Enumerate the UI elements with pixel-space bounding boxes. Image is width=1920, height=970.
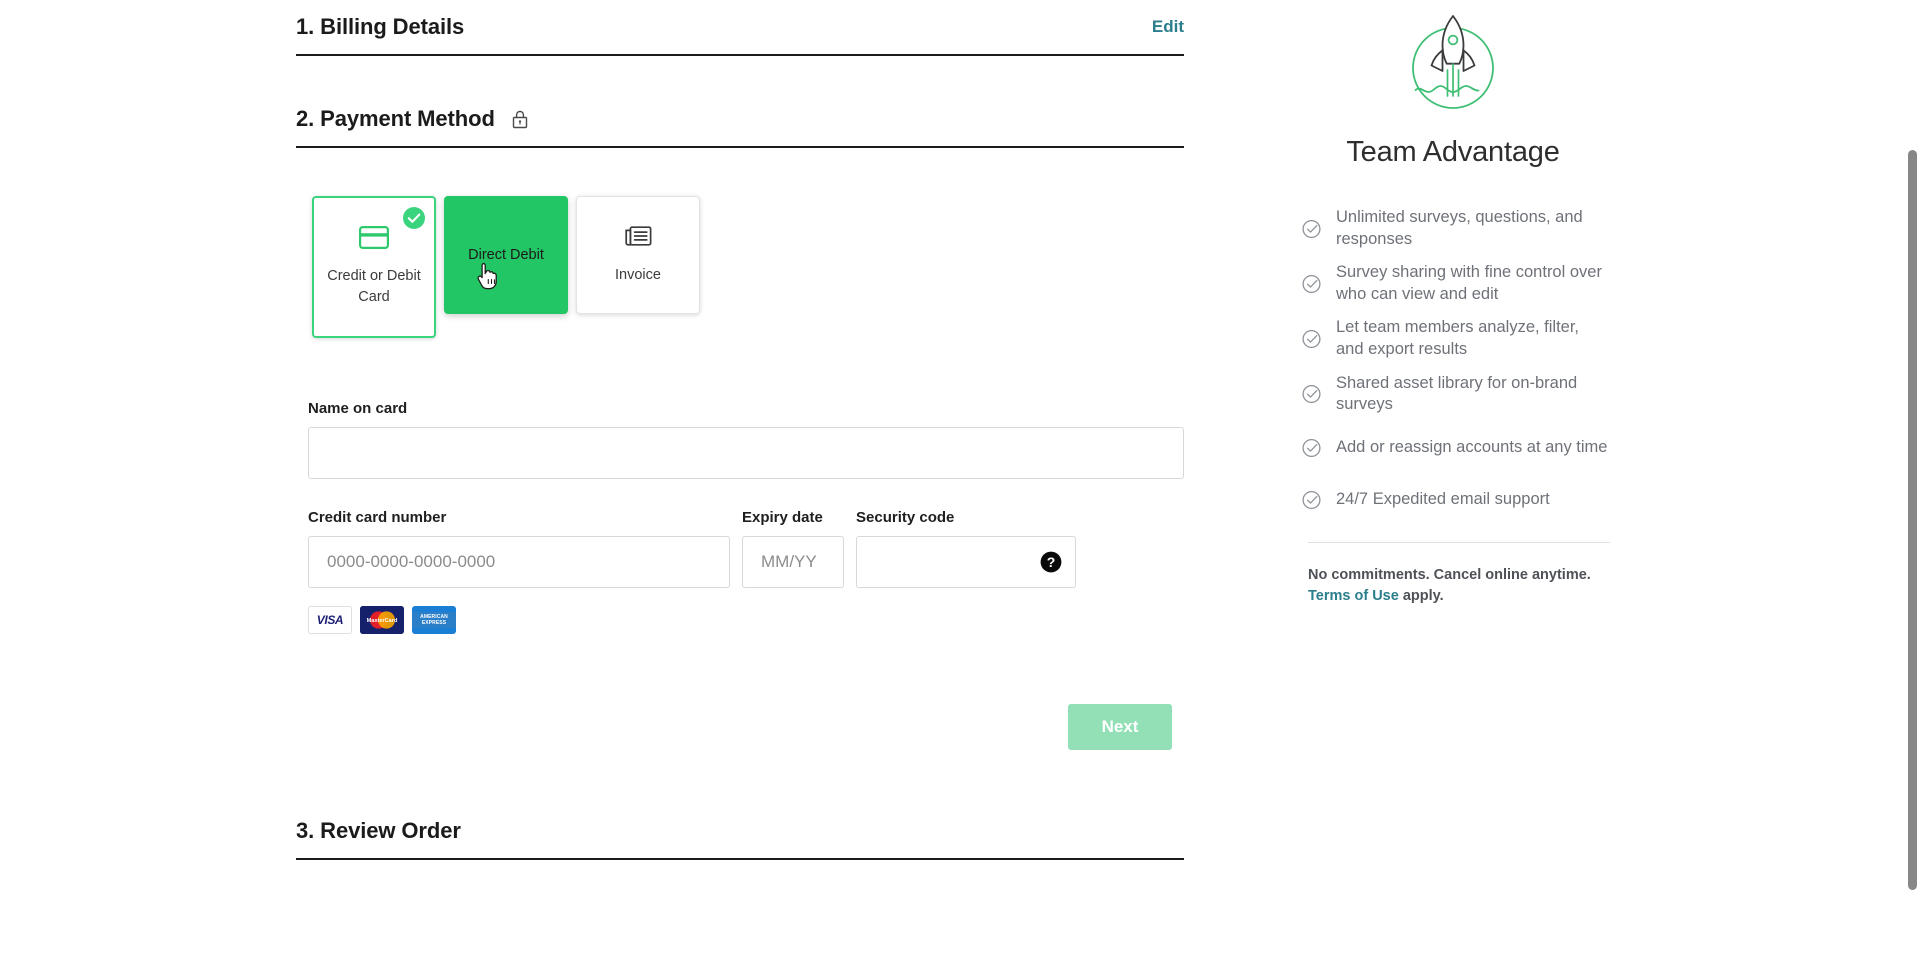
payment-method-options: Credit or Debit Card Direct Debit Invoic… <box>296 196 1184 338</box>
visa-icon: VISA <box>308 606 352 634</box>
check-circle-icon <box>1302 274 1321 293</box>
feature-text: Survey sharing with fine control over wh… <box>1336 263 1602 303</box>
list-item: Let team members analyze, filter, and ex… <box>1302 317 1610 360</box>
visa-label: VISA <box>316 613 344 627</box>
review-divider <box>296 858 1184 860</box>
feature-text: Unlimited surveys, questions, and respon… <box>1336 208 1583 248</box>
card-number-input[interactable] <box>308 536 730 588</box>
check-circle-icon <box>1302 385 1321 404</box>
check-circle-icon <box>1302 219 1321 238</box>
feature-text: Add or reassign accounts at any time <box>1336 438 1608 457</box>
svg-text:?: ? <box>1047 554 1056 570</box>
list-item: Survey sharing with fine control over wh… <box>1302 262 1610 305</box>
payment-option-invoice[interactable]: Invoice <box>576 196 700 314</box>
card-number-row: Credit card number Expiry date Security … <box>308 509 1184 588</box>
page-title-payment: 2. Payment Method <box>296 106 495 131</box>
check-circle-icon <box>402 206 426 230</box>
billing-details-header: 1. Billing Details Edit <box>296 0 1184 54</box>
plan-feature-list: Unlimited surveys, questions, and respon… <box>1288 207 1618 520</box>
plan-title: Team Advantage <box>1346 136 1560 168</box>
terms-of-use-link[interactable]: Terms of Use <box>1308 588 1399 604</box>
card-details-form: Name on card Credit card number Expiry d… <box>296 338 1184 750</box>
page-title-review: 3. Review Order <box>296 818 461 843</box>
lock-icon <box>511 109 529 129</box>
payment-method-header: 2. Payment Method <box>296 92 1184 146</box>
checkout-page: 1. Billing Details Edit 2. Payment Metho… <box>0 0 1920 970</box>
check-circle-icon <box>1302 329 1321 349</box>
review-order-header: 3. Review Order <box>296 804 1184 858</box>
name-on-card-input[interactable] <box>308 427 1184 479</box>
main-column: 1. Billing Details Edit 2. Payment Metho… <box>296 0 1184 860</box>
payment-section-body: Credit or Debit Card Direct Debit Invoic… <box>296 148 1184 750</box>
list-item: 24/7 Expedited email support <box>1302 480 1610 520</box>
page-scrollbar-thumb[interactable] <box>1908 150 1917 890</box>
payment-option-credit-debit-card[interactable]: Credit or Debit Card <box>312 196 436 338</box>
question-mark-icon[interactable]: ? <box>1040 551 1062 573</box>
feature-text: 24/7 Expedited email support <box>1336 490 1550 509</box>
edit-billing-link[interactable]: Edit <box>1152 17 1184 37</box>
page-title-billing: 1. Billing Details <box>296 14 465 39</box>
check-circle-icon <box>1302 438 1321 457</box>
invoice-icon <box>624 223 652 249</box>
feature-text: Shared asset library for on-brand survey… <box>1336 373 1578 414</box>
rocket-icon <box>1288 0 1618 116</box>
payment-option-label: Credit or Debit Card <box>327 268 421 305</box>
feature-text: Let team members analyze, filter, and ex… <box>1336 318 1580 359</box>
amex-label: AMERICAN EXPRESS <box>412 611 456 629</box>
cancellation-note: No commitments. Cancel online anytime. T… <box>1288 543 1618 607</box>
list-item: Add or reassign accounts at any time <box>1302 428 1610 468</box>
page-scrollbar-track[interactable] <box>1905 0 1920 970</box>
review-order-section: 3. Review Order <box>296 750 1184 860</box>
payment-title-wrap: 2. Payment Method <box>296 106 529 132</box>
american-express-icon: AMERICAN EXPRESS <box>412 606 456 634</box>
apply-text: apply. <box>1398 587 1444 604</box>
billing-title-wrap: 1. Billing Details <box>296 14 464 40</box>
mastercard-icon: MasterCard <box>360 606 404 634</box>
next-button[interactable]: Next <box>1068 704 1172 750</box>
plan-summary-sidebar: Team Advantage Unlimited surveys, questi… <box>1288 0 1618 607</box>
payment-option-label: Direct Debit <box>468 246 544 263</box>
card-number-field: Credit card number <box>308 509 730 588</box>
svg-text:MasterCard: MasterCard <box>367 618 398 624</box>
name-on-card-label: Name on card <box>308 400 408 417</box>
expiry-field: Expiry date <box>742 509 844 588</box>
accepted-card-brands: VISA MasterCard AMERICAN EXPRESS <box>308 606 1184 634</box>
list-item: Unlimited surveys, questions, and respon… <box>1302 207 1610 250</box>
expiry-label: Expiry date <box>742 509 823 526</box>
check-circle-icon <box>1302 490 1321 509</box>
list-item: Shared asset library for on-brand survey… <box>1302 373 1610 416</box>
security-code-field: Security code ? <box>856 509 1076 588</box>
card-number-label: Credit card number <box>308 509 447 526</box>
cancellation-text: No commitments. Cancel online anytime. <box>1308 566 1591 583</box>
billing-divider <box>296 54 1184 56</box>
security-code-label: Security code <box>856 509 955 526</box>
payment-option-direct-debit[interactable]: Direct Debit <box>444 196 568 314</box>
expiry-input[interactable] <box>742 536 844 588</box>
credit-card-icon <box>359 224 389 250</box>
payment-option-label: Invoice <box>615 267 661 283</box>
next-button-row: Next <box>308 634 1184 750</box>
